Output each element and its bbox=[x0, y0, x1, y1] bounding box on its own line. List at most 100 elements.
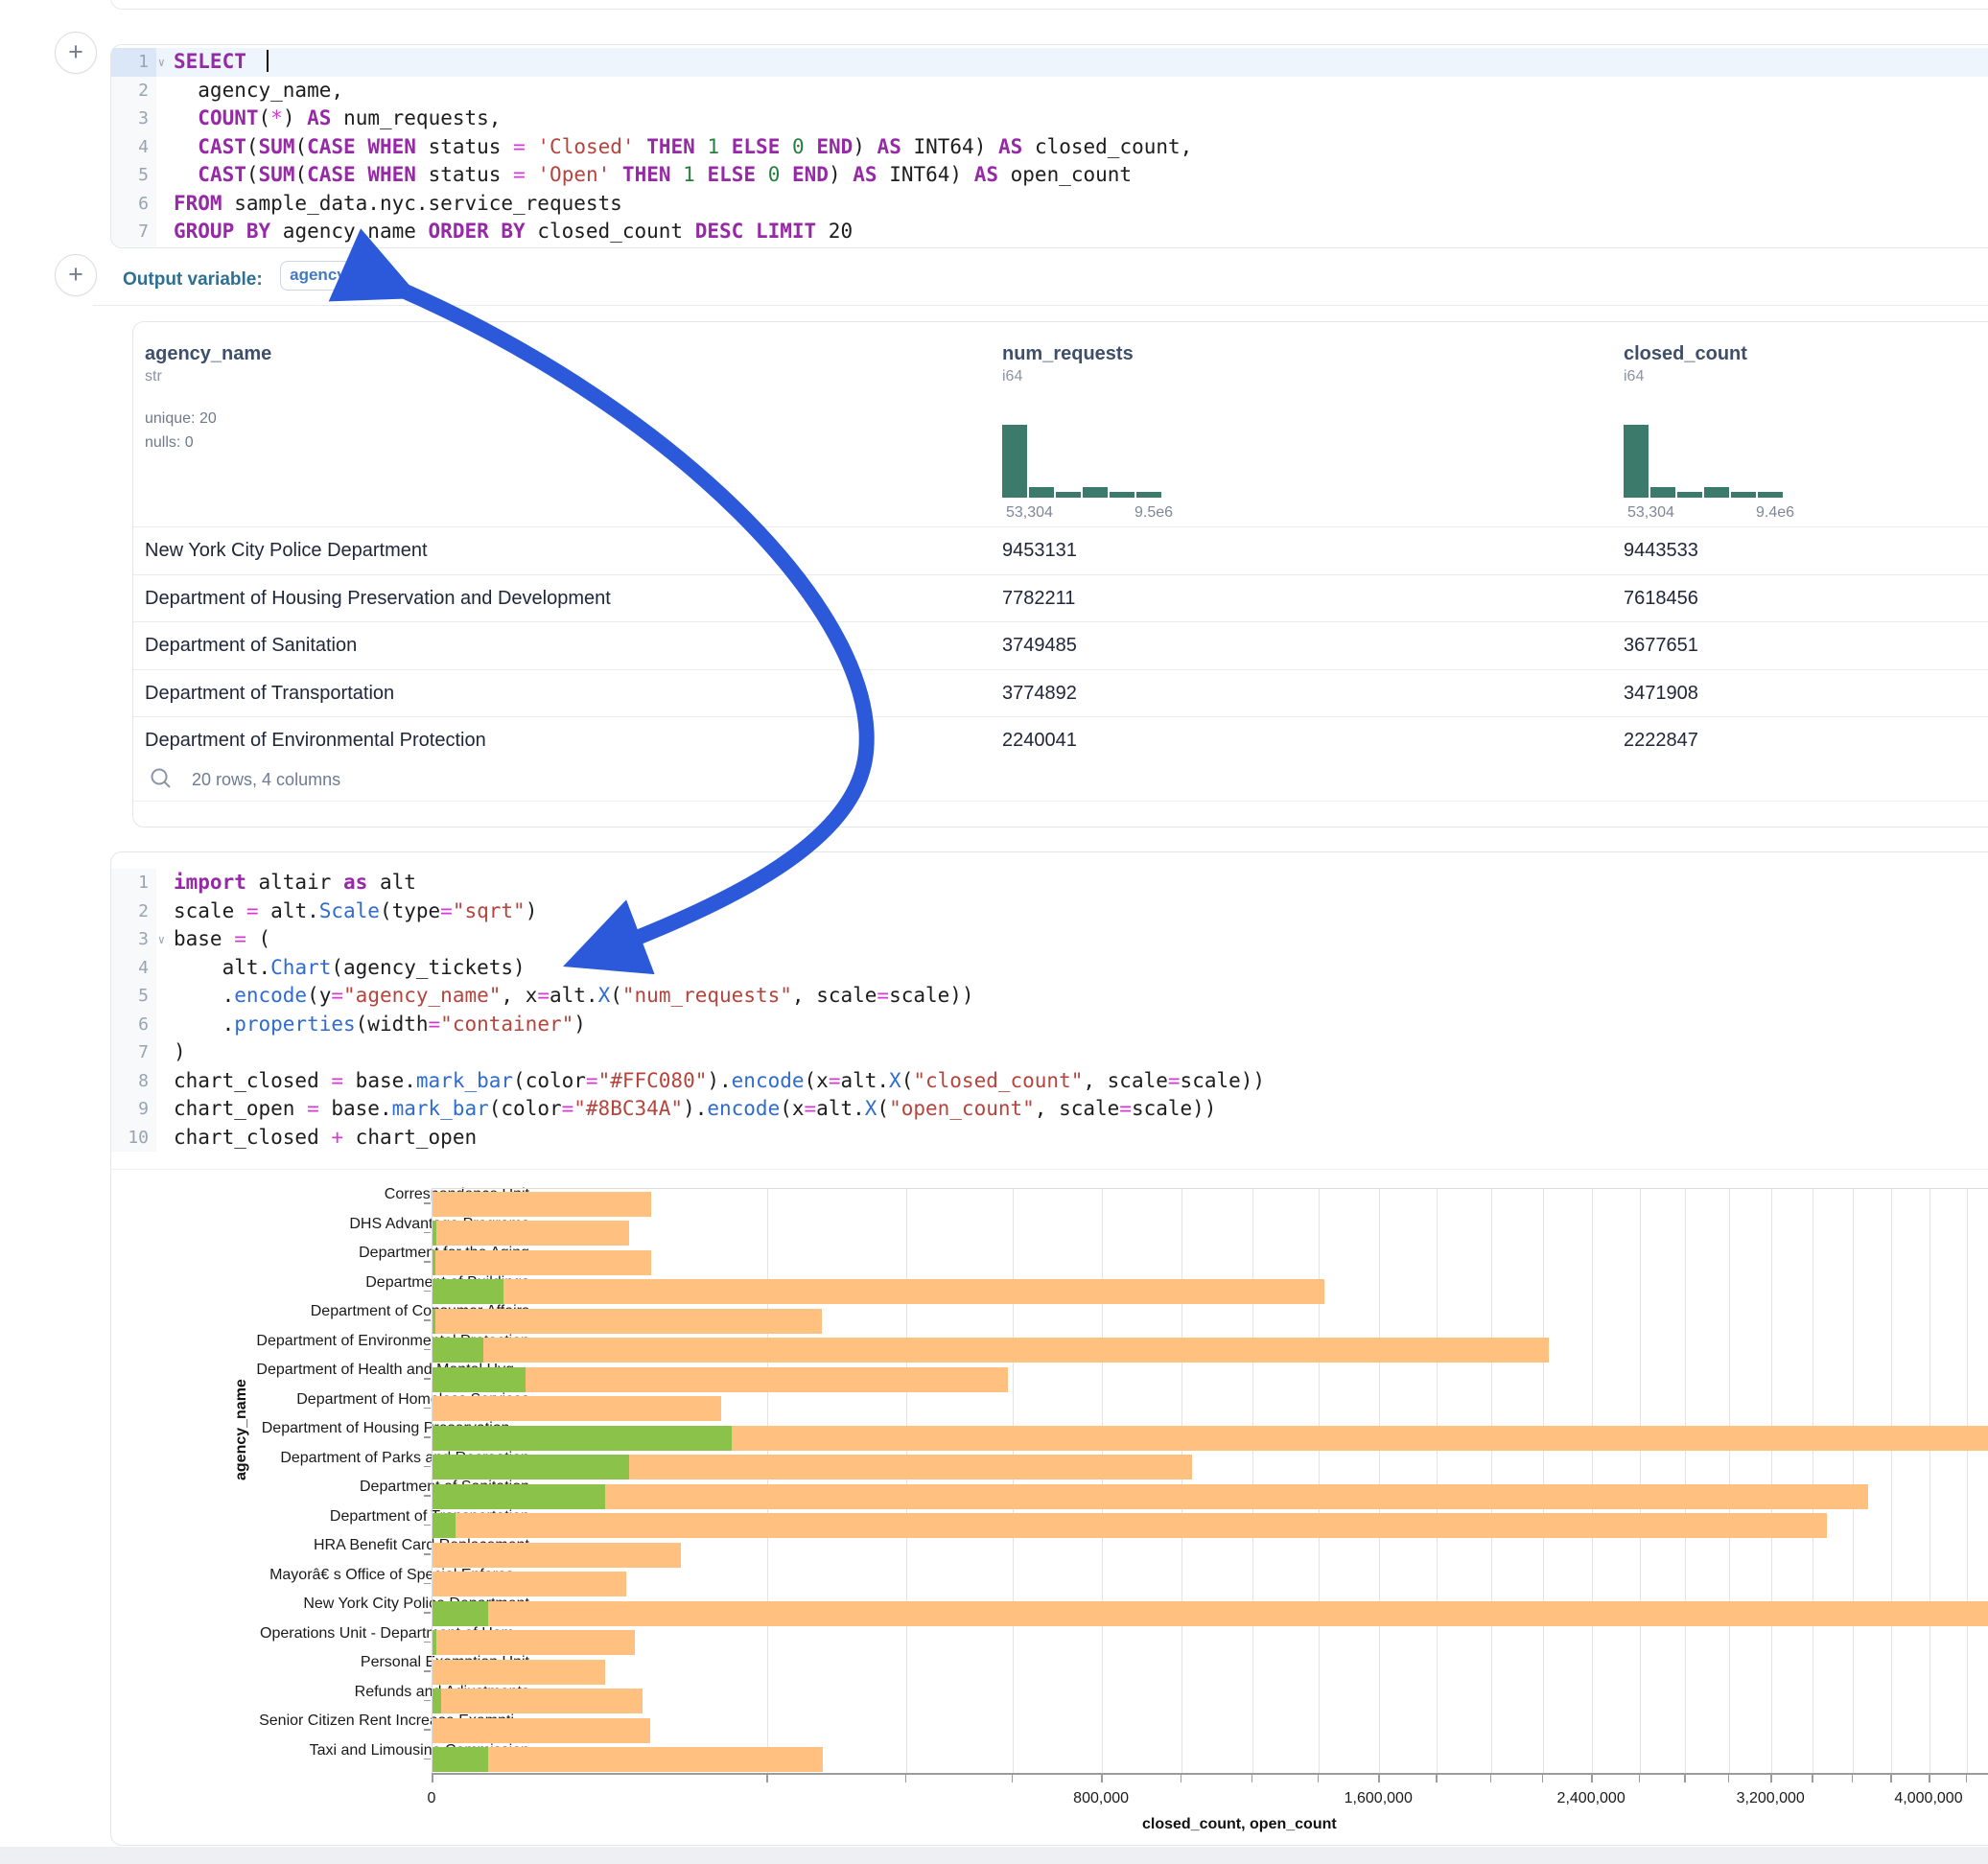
closed_count-bar bbox=[433, 1689, 643, 1713]
table-cell: 3471908 bbox=[1624, 683, 1698, 705]
closed_count-bar bbox=[433, 1221, 629, 1246]
y-tick bbox=[424, 1466, 431, 1468]
gridline bbox=[1771, 1189, 1772, 1773]
code-line[interactable]: 5 .encode(y="agency_name", x=alt.X("num_… bbox=[111, 982, 1988, 1011]
code-line[interactable]: 7GROUP BY agency_name ORDER BY closed_co… bbox=[111, 218, 1988, 246]
y-tick bbox=[424, 1583, 431, 1585]
column-header-agency-name[interactable]: agency_name str unique: 20 nulls: 0 bbox=[145, 343, 271, 454]
code-line[interactable]: 3∨base = ( bbox=[111, 925, 1988, 954]
histogram-bar bbox=[1704, 487, 1729, 498]
sql-cell: 1∨SELECT 2 agency_name,3 COUNT(*) AS num… bbox=[110, 44, 1988, 248]
code-line[interactable]: 4 CAST(SUM(CASE WHEN status = 'Closed' T… bbox=[111, 133, 1988, 162]
y-tick bbox=[424, 1202, 431, 1204]
table-row[interactable]: Department of Transportation 3774892 34719… bbox=[133, 669, 1988, 717]
table-cell: 3774892 bbox=[1002, 683, 1077, 705]
histogram-bar bbox=[1083, 487, 1108, 498]
add-cell-button-output[interactable]: + bbox=[55, 254, 97, 296]
result-table-card: agency_name str unique: 20 nulls: 0 num_… bbox=[132, 321, 1988, 827]
page-background-band bbox=[0, 1847, 1988, 1864]
output-variable-pill[interactable]: agency_tickets bbox=[280, 261, 387, 291]
open_count-bar bbox=[433, 1426, 732, 1451]
table-cell: Department of Transportation bbox=[145, 683, 394, 705]
y-tick bbox=[424, 1670, 431, 1672]
column-type: i64 bbox=[1002, 368, 1134, 385]
y-tick bbox=[424, 1291, 431, 1293]
code-line[interactable]: 5 CAST(SUM(CASE WHEN status = 'Open' THE… bbox=[111, 161, 1988, 190]
table-cell: 2222847 bbox=[1624, 730, 1698, 752]
hist-min-label: 53,304 bbox=[1627, 504, 1674, 522]
x-axis-label: 4,000,000 bbox=[1894, 1790, 1962, 1807]
gridline bbox=[1252, 1189, 1253, 1773]
hist-max-label: 9.5e6 bbox=[1134, 504, 1173, 522]
table-row[interactable]: New York City Police Department945313194… bbox=[133, 526, 1988, 574]
code-line[interactable]: 3 COUNT(*) AS num_requests, bbox=[111, 105, 1988, 133]
code-line[interactable]: 2scale = alt.Scale(type="sqrt") bbox=[111, 897, 1988, 926]
x-tick bbox=[1639, 1775, 1641, 1782]
open_count-bar bbox=[433, 1513, 456, 1538]
gridline bbox=[1853, 1189, 1854, 1773]
y-tick bbox=[424, 1232, 431, 1234]
x-tick bbox=[1812, 1775, 1813, 1782]
add-cell-button-top[interactable]: + bbox=[55, 32, 97, 74]
code-line[interactable]: 2 agency_name, bbox=[111, 77, 1988, 105]
column-title: agency_name bbox=[145, 343, 271, 365]
x-tick bbox=[1770, 1775, 1772, 1782]
table-cell: 7618456 bbox=[1624, 588, 1698, 610]
x-tick bbox=[905, 1775, 907, 1782]
gridline bbox=[1181, 1189, 1182, 1773]
chevron-down-icon[interactable]: ∨ bbox=[158, 49, 165, 78]
closed_count-bar bbox=[433, 1660, 605, 1685]
x-tick bbox=[1890, 1775, 1892, 1782]
closed_count-bar bbox=[433, 1484, 1868, 1509]
code-line[interactable]: 9chart_open = base.mark_bar(color="#8BC3… bbox=[111, 1095, 1988, 1124]
y-tick bbox=[424, 1612, 431, 1614]
code-line[interactable]: 10chart_closed + chart_open bbox=[111, 1124, 1988, 1153]
table-row[interactable]: Department of Environmental Protection22… bbox=[133, 716, 1988, 764]
code-line[interactable]: 6 .properties(width="container") bbox=[111, 1011, 1988, 1039]
code-line[interactable]: 8chart_closed = base.mark_bar(color="#FF… bbox=[111, 1067, 1988, 1096]
table-row[interactable]: Department of Housing Preservation and D… bbox=[133, 574, 1988, 622]
closed_count-bar bbox=[433, 1601, 1988, 1626]
table-cell: 7782211 bbox=[1002, 588, 1075, 610]
open_count-bar bbox=[433, 1689, 441, 1713]
column-title: closed_count bbox=[1624, 343, 1747, 365]
closed_count-bar bbox=[433, 1747, 823, 1772]
y-tick bbox=[424, 1759, 431, 1760]
gridline bbox=[906, 1189, 907, 1773]
code-line[interactable]: 1∨SELECT bbox=[111, 48, 1988, 77]
table-row[interactable]: Department of Sanitation37494853677651 bbox=[133, 621, 1988, 669]
code-line[interactable]: 6FROM sample_data.nyc.service_requests bbox=[111, 190, 1988, 219]
column-header-closed-count[interactable]: closed_count i64 53,304 9.4e6 bbox=[1624, 343, 1747, 385]
histogram-bar bbox=[1731, 492, 1756, 498]
search-icon[interactable] bbox=[149, 766, 174, 791]
chart-x-axis-line bbox=[432, 1773, 1988, 1775]
column-type: str bbox=[145, 368, 271, 385]
x-tick bbox=[1684, 1775, 1686, 1782]
python-code-editor[interactable]: 1import altair as alt2scale = alt.Scale(… bbox=[111, 869, 1988, 1152]
y-tick bbox=[424, 1378, 431, 1380]
histogram-bar bbox=[1056, 492, 1081, 498]
gridline bbox=[1379, 1189, 1380, 1773]
table-cell: Department of Sanitation bbox=[145, 635, 357, 657]
x-axis-label: 800,000 bbox=[1073, 1790, 1129, 1807]
x-axis-label: 0 bbox=[428, 1790, 436, 1807]
x-axis-label: 3,200,000 bbox=[1737, 1790, 1805, 1807]
closed_count-bar bbox=[433, 1396, 721, 1421]
output-variable-label: Output variable: bbox=[123, 269, 263, 290]
column-type: i64 bbox=[1624, 368, 1747, 385]
x-tick bbox=[1929, 1775, 1930, 1782]
code-line[interactable]: 7) bbox=[111, 1038, 1988, 1067]
column-header-num-requests[interactable]: num_requests i64 53,304 9.5e6 bbox=[1002, 343, 1134, 385]
code-line[interactable]: 4 alt.Chart(agency_tickets) bbox=[111, 954, 1988, 983]
sql-code-editor[interactable]: 1∨SELECT 2 agency_name,3 COUNT(*) AS num… bbox=[111, 48, 1988, 246]
closed_count-bar bbox=[433, 1338, 1549, 1363]
hist-min-label: 53,304 bbox=[1006, 504, 1053, 522]
open_count-bar bbox=[433, 1250, 435, 1275]
chevron-down-icon[interactable]: ∨ bbox=[158, 926, 165, 955]
open_count-bar bbox=[433, 1309, 435, 1334]
y-tick bbox=[424, 1495, 431, 1497]
code-line[interactable]: 1import altair as alt bbox=[111, 869, 1988, 897]
y-tick bbox=[424, 1642, 431, 1643]
chart-plot-area bbox=[432, 1188, 1988, 1773]
y-tick bbox=[424, 1700, 431, 1702]
